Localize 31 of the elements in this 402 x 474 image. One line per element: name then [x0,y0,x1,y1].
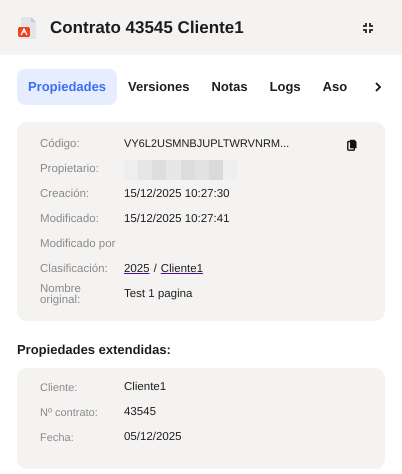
property-label: Nº contrato: [40,406,99,421]
copy-icon[interactable] [347,138,357,150]
property-value: 05/12/2025 [124,430,182,446]
property-value: 43545 [124,405,156,420]
property-label: Propietario: [40,164,100,175]
property-value: Test 1 pagina [124,286,192,302]
tab[interactable]: Logs [258,69,312,105]
section-title: Propiedades extendidas: [17,341,172,359]
separator: / [154,262,157,277]
property-label: Código: [40,139,81,150]
property-value: VY6L2USMNBJUPLTWRVNRM... [124,137,290,152]
property-label: Modificado por [40,239,116,250]
chevron-right-icon[interactable] [374,81,382,93]
property-label: Fecha: [40,430,75,446]
classification-link[interactable]: 2025 [124,260,150,278]
property-label: Nombre original: [40,284,82,306]
property-value: 15/12/2025 10:27:30 [124,186,230,202]
property-label: Clasificación: [40,264,109,275]
property-label: Creación: [40,189,90,200]
tab[interactable]: Aso [312,69,357,105]
property-value: Cliente1 [124,380,166,396]
property-label: Cliente: [40,380,78,396]
collapse-icon[interactable] [362,22,374,34]
tab[interactable]: Versiones [117,69,200,105]
window-title: Contrato 43545 Cliente1 [50,16,244,39]
classification-link[interactable]: Cliente1 [160,260,203,278]
tab[interactable]: Notas [200,69,259,105]
pdf-file-icon [18,16,38,40]
tab[interactable]: Propiedades [17,69,118,105]
property-label: Modificado: [40,214,100,225]
property-value: 15/12/2025 10:27:41 [124,212,230,227]
